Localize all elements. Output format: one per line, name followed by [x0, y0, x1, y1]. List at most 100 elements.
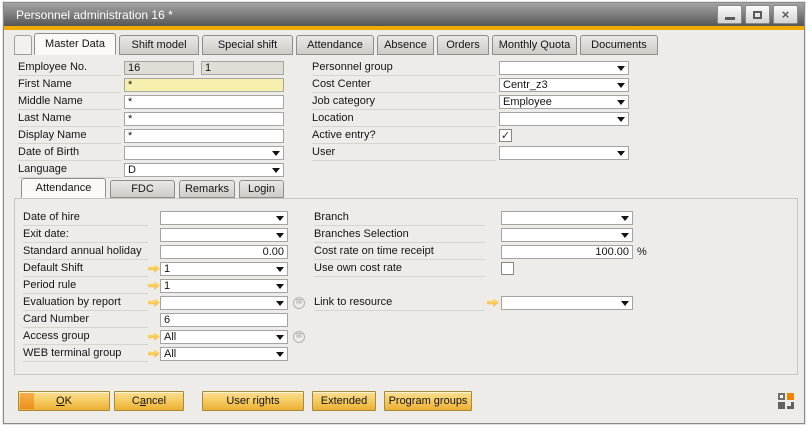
job-category-combo[interactable]: Employee — [499, 95, 629, 109]
tab-orders[interactable]: Orders — [437, 35, 489, 55]
dropdown-caret-icon[interactable] — [617, 117, 625, 122]
active-entry-checkbox[interactable]: ✓ — [499, 129, 512, 142]
dropdown-caret-icon[interactable] — [272, 168, 280, 173]
card-number-input[interactable]: 6 — [160, 313, 288, 327]
form-row: Standard annual holiday 0.00 — [23, 243, 313, 260]
field-label: User — [312, 145, 496, 161]
link-arrow-icon[interactable] — [148, 349, 160, 359]
branches-selection-combo[interactable] — [501, 228, 633, 242]
link-arrow-icon[interactable] — [487, 298, 499, 308]
cancel-button[interactable]: Cancel — [114, 391, 184, 411]
location-combo[interactable] — [499, 112, 629, 126]
link-arrow-icon[interactable] — [148, 281, 160, 291]
field-label: Personnel group — [312, 60, 496, 76]
program-groups-button[interactable]: Program groups — [384, 391, 472, 411]
grip-square-outline — [778, 393, 785, 400]
button-label: Extended — [321, 395, 367, 407]
dropdown-caret-icon[interactable] — [621, 233, 629, 238]
link-arrow-icon[interactable] — [148, 264, 160, 274]
link-to-resource-combo[interactable] — [501, 296, 633, 310]
dropdown-caret-icon[interactable] — [276, 284, 284, 289]
cost-rate-input[interactable]: 100.00 — [501, 245, 633, 259]
dropdown-caret-icon[interactable] — [272, 151, 280, 156]
arrow-slot — [148, 349, 160, 359]
tab-label: Attendance — [36, 182, 92, 194]
tab-absence[interactable]: Absence — [377, 35, 434, 55]
dropdown-caret-icon[interactable] — [276, 233, 284, 238]
checkmark-icon: ✓ — [501, 130, 510, 141]
footer-button-bar: OK Cancel User rights Extended Program g… — [18, 391, 472, 411]
minimize-button[interactable] — [717, 5, 742, 24]
tab-label: Master Data — [45, 38, 105, 50]
dropdown-caret-icon[interactable] — [617, 83, 625, 88]
field-label: Last Name — [18, 111, 121, 127]
default-shift-combo[interactable]: 1 — [160, 262, 288, 276]
dropdown-caret-icon[interactable] — [617, 100, 625, 105]
extended-button[interactable]: Extended — [312, 391, 376, 411]
web-terminal-group-combo[interactable]: All — [160, 347, 288, 361]
subtab-attendance[interactable]: Attendance — [21, 178, 106, 198]
selection-list-icon[interactable]: ≡ — [293, 297, 305, 309]
grip-square-dark — [778, 402, 785, 409]
field-label: Access group — [23, 329, 148, 345]
title-bar[interactable]: Personnel administration 16 * × — [4, 3, 804, 26]
form-row: First Name * — [18, 76, 298, 93]
tab-attendance[interactable]: Attendance — [296, 35, 374, 55]
subtab-remarks[interactable]: Remarks — [179, 180, 235, 198]
dropdown-caret-icon[interactable] — [617, 151, 625, 156]
branch-combo[interactable] — [501, 211, 633, 225]
evaluation-by-report-combo[interactable] — [160, 296, 288, 310]
field-label: Active entry? — [312, 128, 496, 144]
selection-list-icon[interactable]: ≡ — [293, 331, 305, 343]
cost-center-combo[interactable]: Centr_z3 — [499, 78, 629, 92]
tab-documents[interactable]: Documents — [580, 35, 658, 55]
user-rights-button[interactable]: User rights — [202, 391, 304, 411]
close-button[interactable]: × — [773, 5, 798, 24]
tab-master-data[interactable]: Master Data — [34, 33, 116, 55]
form-row: Date of hire — [23, 209, 313, 226]
tab-shift-model[interactable]: Shift model — [119, 35, 199, 55]
dropdown-caret-icon[interactable] — [617, 66, 625, 71]
field-label: Link to resource — [314, 295, 485, 311]
standard-annual-holiday-input[interactable]: 0.00 — [160, 245, 288, 259]
personnel-group-combo[interactable] — [499, 61, 629, 75]
subtab-fdc[interactable]: FDC — [110, 180, 175, 198]
form-row: Location — [312, 110, 642, 127]
form-row: Cost rate on time receipt 100.00 % — [314, 243, 674, 260]
dropdown-caret-icon[interactable] — [276, 335, 284, 340]
dropdown-caret-icon[interactable] — [621, 216, 629, 221]
link-arrow-icon[interactable] — [148, 298, 160, 308]
field-label: Period rule — [23, 278, 148, 294]
middle-name-input[interactable]: * — [124, 95, 284, 109]
attendance-right-column: Branch Branches Selection Cost rate on t… — [314, 209, 674, 311]
ok-button[interactable]: OK — [18, 391, 110, 411]
dropdown-caret-icon[interactable] — [276, 352, 284, 357]
subtab-login[interactable]: Login — [239, 180, 284, 198]
date-of-hire-combo[interactable] — [160, 211, 288, 225]
use-own-cost-rate-checkbox[interactable] — [501, 262, 514, 275]
dropdown-caret-icon[interactable] — [276, 301, 284, 306]
link-arrow-icon[interactable] — [148, 332, 160, 342]
user-combo[interactable] — [499, 146, 629, 160]
display-name-input[interactable]: * — [124, 129, 284, 143]
tab-label: Login — [248, 183, 275, 195]
tab-monthly-quota[interactable]: Monthly Quota — [492, 35, 577, 55]
language-combo[interactable]: D — [124, 163, 284, 177]
resize-grip-icon[interactable] — [778, 393, 794, 409]
dropdown-caret-icon[interactable] — [276, 267, 284, 272]
button-label: Program groups — [389, 395, 468, 407]
form-row: Link to resource — [314, 294, 674, 311]
tab-special-shift[interactable]: Special shift — [202, 35, 293, 55]
first-name-input[interactable]: * — [124, 78, 284, 92]
form-row: Active entry? ✓ — [312, 127, 642, 144]
last-name-input[interactable]: * — [124, 112, 284, 126]
maximize-button[interactable] — [745, 5, 770, 24]
dropdown-caret-icon[interactable] — [276, 216, 284, 221]
tab-label: Monthly Quota — [499, 39, 571, 51]
dropdown-caret-icon[interactable] — [621, 301, 629, 306]
form-row: Personnel group — [312, 59, 642, 76]
date-of-birth-combo[interactable] — [124, 146, 284, 160]
access-group-combo[interactable]: All — [160, 330, 288, 344]
exit-date-combo[interactable] — [160, 228, 288, 242]
period-rule-combo[interactable]: 1 — [160, 279, 288, 293]
